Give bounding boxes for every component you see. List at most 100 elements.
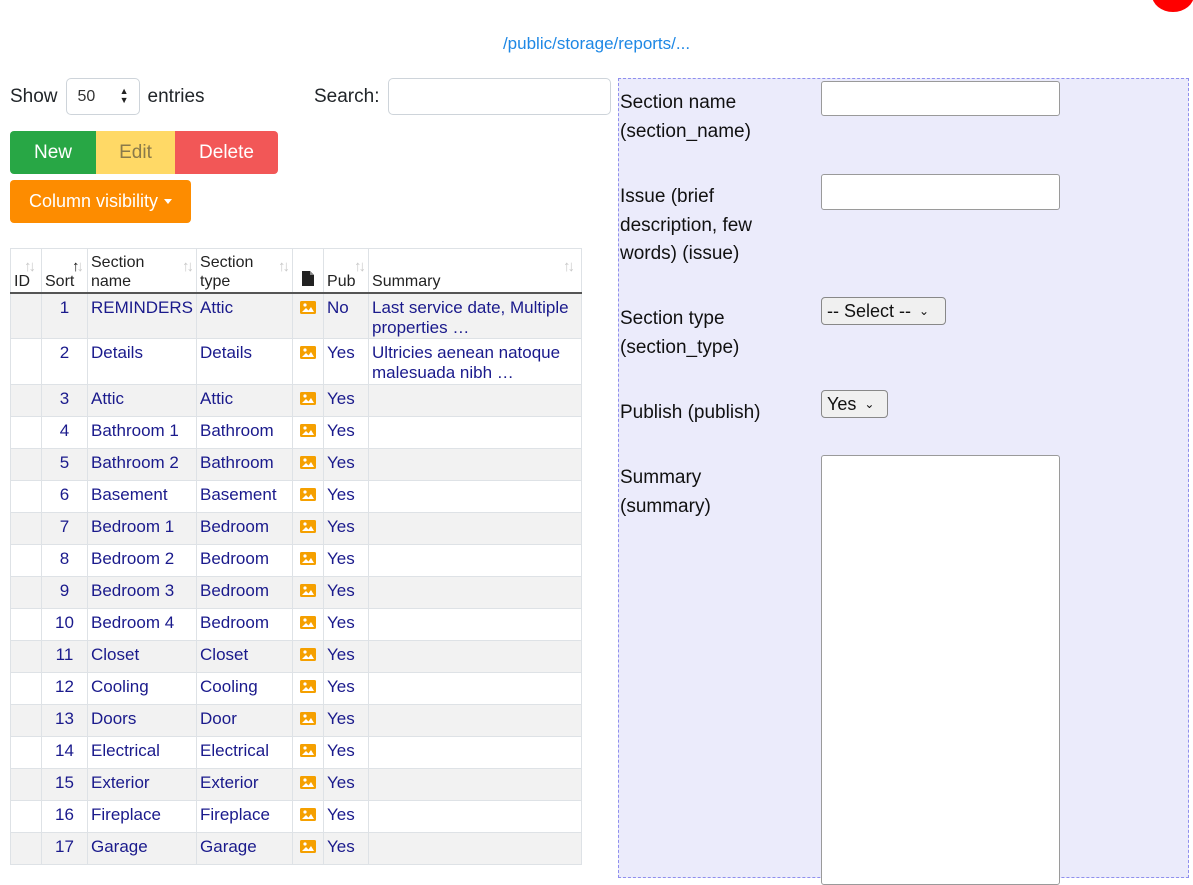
table-row[interactable]: 4 Bathroom 1 Bathroom Yes [10,416,582,449]
cell-attachment[interactable] [292,608,325,641]
table-row[interactable]: 6 Basement Basement Yes [10,480,582,513]
cell-section-name: Electrical [86,736,198,769]
table-row[interactable]: 16 Fireplace Fireplace Yes [10,800,582,833]
section-type-select[interactable]: -- Select -- ⌄ [821,297,946,325]
image-icon [300,648,317,661]
image-icon [300,616,317,629]
cell-id [10,640,42,673]
caret-down-icon [164,199,173,204]
cell-pub: Yes [323,448,370,481]
cell-sort: 12 [41,672,88,705]
cell-section-name: Closet [86,640,198,673]
table-row[interactable]: 12 Cooling Cooling Yes [10,672,582,705]
cell-attachment[interactable] [292,544,325,577]
search-input[interactable] [388,78,612,115]
cell-pub: Yes [323,800,370,833]
table-row[interactable]: 7 Bedroom 1 Bedroom Yes [10,512,582,545]
cell-section-type: Basement [196,480,294,513]
issue-label: Issue (brief description, few words) (is… [620,186,753,264]
col-header-sort[interactable]: ↑↓ Sort [41,248,88,293]
table-row[interactable]: 9 Bedroom 3 Bedroom Yes [10,576,582,609]
table-row[interactable]: 14 Electrical Electrical Yes [10,736,582,769]
cell-section-type: Bedroom [196,544,294,577]
col-header-section-type[interactable]: ↑↓ Section type [196,248,294,293]
cell-summary [368,608,582,641]
cell-attachment[interactable] [292,576,325,609]
delete-button[interactable]: Delete [175,131,278,174]
col-header-id[interactable]: ↑↓ ID [10,248,42,293]
entries-select[interactable]: 50 ▲ ▼ [65,78,140,115]
cell-attachment[interactable] [292,448,325,481]
cell-section-type: Attic [196,292,294,339]
cell-attachment[interactable] [292,672,325,705]
table-row[interactable]: 8 Bedroom 2 Bedroom Yes [10,544,582,577]
path-link[interactable]: /public/storage/reports/... [0,34,1193,54]
action-buttons: New Edit Delete [10,131,278,174]
cell-attachment[interactable] [292,800,325,833]
cell-section-name: Doors [86,704,198,737]
cell-attachment[interactable] [292,704,325,737]
cell-pub: Yes [323,640,370,673]
cell-sort: 6 [41,480,88,513]
section-type-value: -- Select -- [827,300,912,321]
cell-pub: Yes [323,384,370,417]
cell-pub: Yes [323,768,370,801]
col-header-section-name[interactable]: ↑↓ Section name [86,248,198,293]
cell-attachment[interactable] [292,416,325,449]
col-header-summary[interactable]: ↑↓ Summary [368,248,582,293]
cell-section-type: Door [196,704,294,737]
table-row[interactable]: 5 Bathroom 2 Bathroom Yes [10,448,582,481]
cell-section-type: Closet [196,640,294,673]
cell-attachment[interactable] [292,512,325,545]
edit-button[interactable]: Edit [96,131,175,174]
issue-field[interactable] [821,174,1060,210]
image-icon [300,840,317,853]
cell-attachment[interactable] [292,736,325,769]
updown-arrows-icon: ▲ ▼ [119,86,129,105]
cell-summary [368,704,582,737]
cell-id [10,768,42,801]
cell-section-type: Exterior [196,768,294,801]
cell-id [10,416,42,449]
table-row[interactable]: 3 Attic Attic Yes [10,384,582,417]
cell-sort: 10 [41,608,88,641]
col-header-pub[interactable]: ↑↓ Pub [323,248,370,293]
cell-attachment[interactable] [292,480,325,513]
cell-id [10,480,42,513]
section-type-label: Section type (section_type) [620,308,740,358]
table-row[interactable]: 11 Closet Closet Yes [10,640,582,673]
cell-attachment[interactable] [292,384,325,417]
cell-attachment[interactable] [292,640,325,673]
image-icon [300,552,317,565]
cell-section-type: Bathroom [196,416,294,449]
cell-section-name: Bedroom 4 [86,608,198,641]
table-row[interactable]: 1 REMINDERS Attic No Last service date, Mult… [10,292,582,339]
new-button[interactable]: New [10,131,96,174]
column-visibility-button[interactable]: Column visibility [10,180,191,223]
col-header-attachment[interactable] [292,248,325,293]
table-row[interactable]: 13 Doors Door Yes [10,704,582,737]
table-row[interactable]: 10 Bedroom 4 Bedroom Yes [10,608,582,641]
cell-section-name: Exterior [86,768,198,801]
cell-sort: 16 [41,800,88,833]
table-row[interactable]: 15 Exterior Exterior Yes [10,768,582,801]
cell-attachment[interactable] [292,292,325,339]
section-name-field[interactable] [821,81,1060,116]
cell-sort: 13 [41,704,88,737]
cell-summary: Ultricies aenean natoque malesuada nibh … [368,338,582,385]
cell-summary [368,480,582,513]
cell-section-name: Cooling [86,672,198,705]
table-row[interactable]: 2 Details Details Yes Ultricies aenean natoq… [10,338,582,385]
cell-attachment[interactable] [292,768,325,801]
cell-attachment[interactable] [292,338,325,385]
cell-id [10,448,42,481]
publish-select[interactable]: Yes ⌄ [821,390,888,418]
table-header-row: ↑↓ ID ↑↓ Sort ↑↓ Section name ↑↓ Section… [10,248,582,293]
summary-field[interactable] [821,455,1060,885]
image-icon [300,346,317,359]
sort-arrows-icon: ↑↓ [354,258,366,275]
cell-pub: Yes [323,338,370,385]
cell-sort: 15 [41,768,88,801]
cell-sort: 4 [41,416,88,449]
cell-pub: Yes [323,704,370,737]
